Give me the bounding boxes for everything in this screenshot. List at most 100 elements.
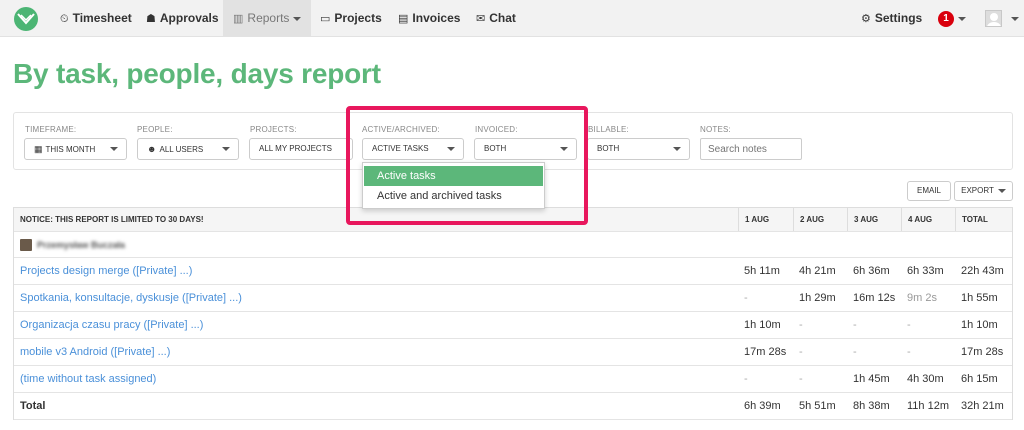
users-icon: ☻ (147, 144, 157, 154)
time-cell: - (799, 319, 803, 331)
total-label: Total (20, 400, 46, 412)
avatar (20, 239, 32, 252)
invoiced-dropdown[interactable]: BOTH (474, 138, 577, 160)
time-cell: - (907, 346, 911, 358)
time-cell: - (744, 373, 748, 385)
chevron-down-icon (293, 16, 302, 21)
projects-dropdown[interactable]: ALL MY PROJECTS (249, 138, 353, 160)
folder-icon: ▭ (320, 13, 331, 25)
chevron-down-icon (958, 16, 966, 21)
active-archived-value: ACTIVE TASKS (372, 144, 429, 153)
active-archived-label: ACTIVE/ARCHIVED: (362, 125, 440, 134)
total-time-cell: 8h 38m (853, 400, 890, 412)
people-label: PEOPLE: (137, 125, 173, 134)
nav-chat[interactable]: ✉ Chat (476, 0, 516, 37)
active-archived-menu: Active tasks Active and archived tasks (362, 162, 545, 209)
projects-value: ALL MY PROJECTS (259, 144, 332, 153)
nav-projects[interactable]: ▭ Projects (320, 0, 382, 37)
time-cell: 4h 21m (799, 265, 836, 277)
calendar-icon: ▦ (34, 144, 43, 154)
top-nav: ⏲ Timesheet ☗ Approvals ▥ Reports ▭ Projects… (0, 0, 1024, 37)
timeframe-value: THIS MONTH (45, 145, 96, 154)
column-header: TOTAL (955, 208, 1013, 231)
time-cell: 6h 33m (907, 265, 944, 277)
user-avatar[interactable] (985, 10, 1002, 27)
nav-invoices[interactable]: ▤ Invoices (398, 0, 460, 37)
active-archived-dropdown[interactable]: ACTIVE TASKS (362, 138, 464, 160)
time-cell: 1h 45m (853, 373, 890, 385)
chat-icon: ✉ (476, 13, 486, 25)
time-cell: - (907, 319, 911, 331)
notes-search-input[interactable] (700, 138, 802, 160)
chevron-down-icon[interactable] (1011, 17, 1019, 21)
email-button[interactable]: EMAIL (907, 181, 951, 201)
user-row: Przemysław Buczała (14, 232, 1012, 258)
total-cell: 22h 43m (961, 265, 1004, 277)
time-cell: - (799, 373, 803, 385)
billable-value: BOTH (597, 144, 620, 153)
notifications-button[interactable]: 1 (938, 0, 966, 37)
nav-reports[interactable]: ▥ Reports (223, 0, 312, 37)
export-button[interactable]: EXPORT (954, 181, 1013, 201)
nav-invoices-label: Invoices (412, 11, 461, 25)
task-link[interactable]: Projects design merge ([Private] ...) (20, 258, 740, 284)
time-cell: - (799, 346, 803, 358)
time-cell: 16m 12s (853, 292, 896, 304)
time-cell: 1h 10m (744, 319, 781, 331)
timeframe-label: TIMEFRAME: (25, 125, 77, 134)
total-cell: 1h 10m (961, 319, 998, 331)
column-header: 2 AUG (793, 208, 847, 231)
total-time-cell: 6h 39m (744, 400, 781, 412)
billable-dropdown[interactable]: BOTH (587, 138, 690, 160)
nav-projects-label: Projects (334, 11, 382, 25)
chevron-down-icon (110, 147, 118, 151)
chevron-down-icon (560, 147, 568, 151)
nav-settings[interactable]: ⚙ Settings (861, 0, 922, 37)
time-cell: 17m 28s (744, 346, 787, 358)
grand-total-cell: 32h 21m (961, 400, 1004, 412)
app-logo-icon[interactable] (14, 7, 38, 31)
table-row: Organizacja czasu pracy ([Private] ...) … (14, 312, 1012, 339)
chevron-down-icon (447, 147, 455, 151)
table-row: Spotkania, konsultacje, dyskusje ([Priva… (14, 285, 1012, 312)
thumbs-up-icon: ☗ (146, 13, 156, 25)
billable-label: BILLABLE: (588, 125, 629, 134)
total-cell: 6h 15m (961, 373, 998, 385)
user-name: Przemysław Buczała (37, 240, 126, 251)
nav-approvals[interactable]: ☗ Approvals (146, 0, 219, 37)
invoiced-label: INVOICED: (475, 125, 518, 134)
projects-label: PROJECTS: (250, 125, 297, 134)
task-link[interactable]: (time without task assigned) (20, 366, 740, 392)
people-dropdown[interactable]: ☻ ALL USERS (137, 138, 239, 160)
gear-icon: ⚙ (861, 13, 871, 25)
nav-timesheet[interactable]: ⏲ Timesheet (60, 0, 132, 37)
notes-label: NOTES: (700, 125, 731, 134)
chevron-down-icon (997, 188, 1006, 193)
timeframe-dropdown[interactable]: ▦ THIS MONTH (24, 138, 127, 160)
column-header: 1 AUG (738, 208, 793, 231)
time-cell: - (744, 292, 748, 304)
table-row: Projects design merge ([Private] ...) 5h… (14, 258, 1012, 285)
column-header: 4 AUG (901, 208, 955, 231)
total-cell: 1h 55m (961, 292, 998, 304)
nav-approvals-label: Approvals (159, 11, 219, 25)
task-link[interactable]: Organizacja czasu pracy ([Private] ...) (20, 312, 740, 338)
column-header: 3 AUG (847, 208, 901, 231)
notification-badge: 1 (938, 10, 954, 27)
table-row: mobile v3 Android ([Private] ...) 17m 28… (14, 339, 1012, 366)
menu-item-active-and-archived[interactable]: Active and archived tasks (364, 186, 543, 206)
user-cell: Przemysław Buczała (20, 232, 740, 257)
nav-timesheet-label: Timesheet (72, 11, 132, 25)
nav-reports-label: Reports (247, 11, 290, 25)
time-cell: 1h 29m (799, 292, 836, 304)
total-row: Total 6h 39m 5h 51m 8h 38m 11h 12m 32h 2… (14, 393, 1012, 420)
time-cell: 6h 36m (853, 265, 890, 277)
menu-item-active-tasks[interactable]: Active tasks (364, 166, 543, 186)
page-title: By task, people, days report (13, 58, 381, 89)
task-link[interactable]: mobile v3 Android ([Private] ...) (20, 339, 740, 365)
task-link[interactable]: Spotkania, konsultacje, dyskusje ([Priva… (20, 285, 740, 311)
chevron-down-icon (222, 147, 230, 151)
total-time-cell: 11h 12m (907, 400, 949, 412)
table-header: NOTICE: THIS REPORT IS LIMITED TO 30 DAY… (14, 208, 1012, 232)
time-cell: - (853, 346, 857, 358)
